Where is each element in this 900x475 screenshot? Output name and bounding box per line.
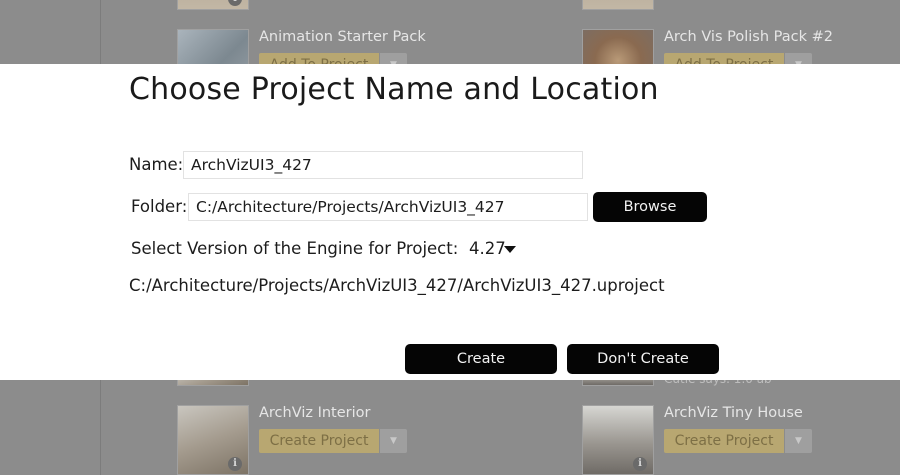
- name-label: Name:: [129, 155, 184, 174]
- project-name-input[interactable]: [183, 151, 583, 179]
- folder-label: Folder:: [131, 197, 188, 216]
- template-card[interactable]: i: [177, 0, 497, 10]
- info-icon[interactable]: i: [633, 457, 647, 471]
- template-title: ArchViz Interior: [259, 405, 371, 421]
- template-thumbnail: i: [177, 0, 249, 10]
- folder-path-input[interactable]: [188, 193, 588, 221]
- create-project-button[interactable]: Create Project: [259, 429, 379, 453]
- project-file-path: C:/Architecture/Projects/ArchVizUI3_427/…: [129, 276, 665, 295]
- dialog-title: Choose Project Name and Location: [129, 72, 659, 107]
- dont-create-button[interactable]: Don't Create: [567, 344, 719, 374]
- template-thumbnail: i: [582, 405, 654, 475]
- chevron-down-icon[interactable]: ▼: [380, 429, 407, 453]
- caret-down-icon[interactable]: [504, 246, 516, 253]
- template-title: ArchViz Tiny House: [664, 405, 803, 421]
- browse-button[interactable]: Browse: [593, 192, 707, 222]
- template-thumbnail: [582, 0, 654, 10]
- template-thumbnail: i: [177, 405, 249, 475]
- info-icon[interactable]: i: [228, 0, 242, 6]
- chevron-down-icon[interactable]: ▼: [785, 429, 812, 453]
- template-card[interactable]: [582, 0, 900, 10]
- create-project-dialog: Choose Project Name and Location Name: F…: [0, 64, 900, 380]
- template-card-archviz-interior[interactable]: i ArchViz Interior Create Project ▼: [177, 405, 497, 475]
- template-title: Arch Vis Polish Pack #2: [664, 29, 833, 45]
- template-title: Animation Starter Pack: [259, 29, 426, 45]
- create-project-button[interactable]: Create Project: [664, 429, 784, 453]
- engine-version-label: Select Version of the Engine for Project…: [131, 239, 459, 258]
- info-icon[interactable]: i: [228, 457, 242, 471]
- template-card-archviz-tiny-house[interactable]: i ArchViz Tiny House Create Project ▼: [582, 405, 900, 475]
- create-button[interactable]: Create: [405, 344, 557, 374]
- engine-version-dropdown[interactable]: 4.27: [469, 239, 506, 258]
